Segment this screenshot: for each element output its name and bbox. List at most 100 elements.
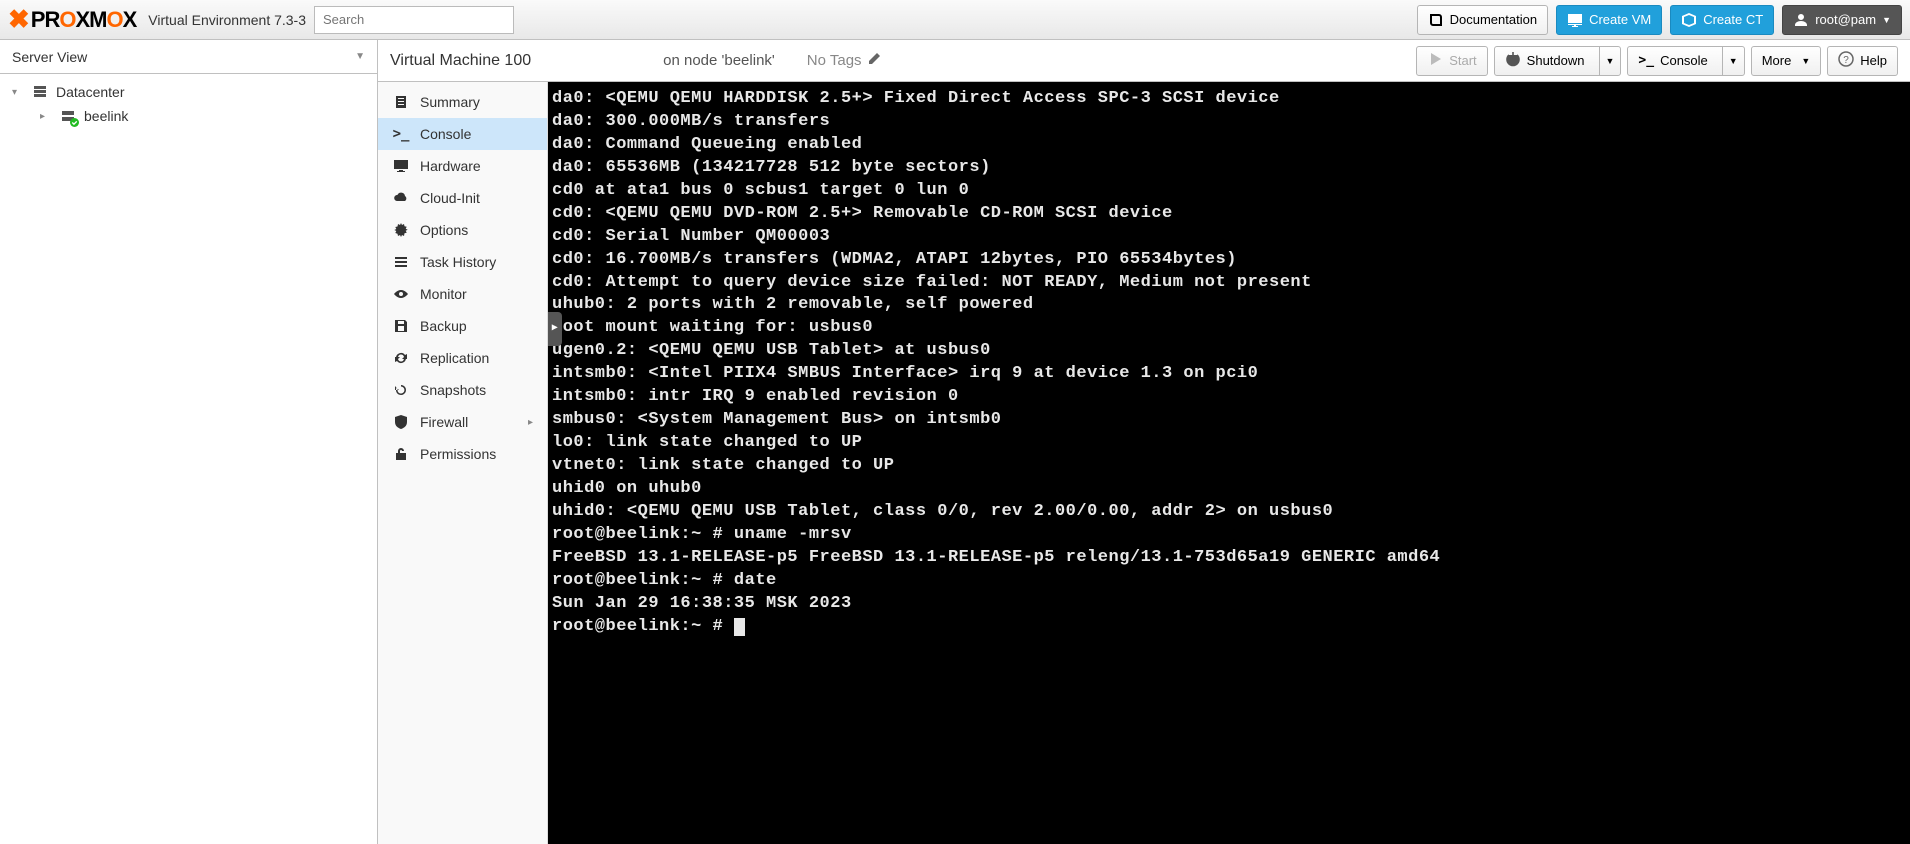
panel-expand-handle[interactable]: ▶ <box>548 312 562 346</box>
console-button[interactable]: >_ Console ▼ <box>1627 46 1744 76</box>
sidemenu-firewall[interactable]: Firewall ▸ <box>378 406 547 438</box>
more-button[interactable]: More ▼ <box>1751 46 1822 76</box>
create-ct-button[interactable]: Create CT <box>1670 5 1774 35</box>
sidemenu-label: Task History <box>420 254 496 270</box>
cube-icon <box>1681 12 1697 28</box>
shutdown-caret[interactable]: ▼ <box>1599 47 1621 75</box>
console-line: da0: Command Queueing enabled <box>552 134 1906 157</box>
console-output[interactable]: ▶ da0: <QEMU QEMU HARDDISK 2.5+> Fixed D… <box>548 82 1910 844</box>
sidemenu-label: Console <box>420 126 471 142</box>
user-icon <box>1793 12 1809 28</box>
sidemenu-hardware[interactable]: Hardware <box>378 150 547 182</box>
console-line: uhid0 on uhub0 <box>552 478 1906 501</box>
tree-item-datacenter[interactable]: ▾ Datacenter <box>0 80 377 104</box>
save-icon <box>392 318 410 334</box>
chevron-down-icon: ▼ <box>355 51 365 62</box>
console-line: uhid0: <QEMU QEMU USB Tablet, class 0/0,… <box>552 501 1906 524</box>
chevron-down-icon: ▼ <box>1801 56 1810 66</box>
sidemenu-label: Hardware <box>420 158 481 174</box>
sidemenu-label: Summary <box>420 94 480 110</box>
console-line: Sun Jan 29 16:38:35 MSK 2023 <box>552 593 1906 616</box>
vm-title: Virtual Machine 100 <box>390 52 531 70</box>
sidemenu-label: Permissions <box>420 446 496 462</box>
console-line: Root mount waiting for: usbus0 <box>552 317 1906 340</box>
console-line: da0: 65536MB (134217728 512 byte sectors… <box>552 157 1906 180</box>
console-line: da0: <QEMU QEMU HARDDISK 2.5+> Fixed Dir… <box>552 88 1906 111</box>
logo: ✖ PROXMOX <box>8 4 136 35</box>
no-tags-label: No Tags <box>807 52 862 69</box>
sidemenu-permissions[interactable]: Permissions <box>378 438 547 470</box>
console-label: Console <box>1660 53 1708 68</box>
console-line: lo0: link state changed to UP <box>552 432 1906 455</box>
sidemenu-monitor[interactable]: Monitor <box>378 278 547 310</box>
chevron-down-icon: ▼ <box>1882 15 1891 25</box>
expand-icon[interactable]: ▸ <box>40 111 52 122</box>
resource-tree: ▾ Datacenter ▸ beelink <box>0 74 377 134</box>
tree-label: beelink <box>84 108 128 124</box>
view-selector-label: Server View <box>12 49 87 65</box>
top-bar: ✖ PROXMOX Virtual Environment 7.3-3 Docu… <box>0 0 1910 40</box>
start-button[interactable]: Start <box>1416 46 1487 76</box>
help-icon: ? <box>1838 51 1854 70</box>
sidemenu-options[interactable]: Options <box>378 214 547 246</box>
user-label: root@pam <box>1815 12 1876 27</box>
console-line: cd0: Serial Number QM00003 <box>552 226 1906 249</box>
search-input[interactable] <box>314 6 514 34</box>
content-body: Summary >_ Console Hardware Cloud-Init O… <box>378 82 1910 844</box>
documentation-button[interactable]: Documentation <box>1417 5 1548 35</box>
start-label: Start <box>1449 53 1476 68</box>
sidemenu-backup[interactable]: Backup <box>378 310 547 342</box>
sidemenu-label: Options <box>420 222 468 238</box>
left-panel: Server View ▼ ▾ Datacenter ▸ beelink <box>0 40 378 844</box>
console-caret[interactable]: ▼ <box>1722 47 1744 75</box>
console-line: cd0: <QEMU QEMU DVD-ROM 2.5+> Removable … <box>552 203 1906 226</box>
cloud-icon <box>392 190 410 206</box>
monitor-icon <box>1567 12 1583 28</box>
sidemenu-label: Backup <box>420 318 467 334</box>
sidemenu-label: Replication <box>420 350 489 366</box>
console-line: FreeBSD 13.1-RELEASE-p5 FreeBSD 13.1-REL… <box>552 547 1906 570</box>
sidemenu-console[interactable]: >_ Console <box>378 118 547 150</box>
collapse-icon[interactable]: ▾ <box>12 87 24 98</box>
view-selector[interactable]: Server View ▼ <box>0 40 377 74</box>
sidemenu-replication[interactable]: Replication <box>378 342 547 374</box>
console-line: root@beelink:~ # date <box>552 570 1906 593</box>
help-button[interactable]: ? Help <box>1827 46 1898 76</box>
logo-x-icon: ✖ <box>8 4 29 35</box>
vm-node-text: on node 'beelink' <box>663 52 775 69</box>
terminal-icon: >_ <box>1638 53 1654 68</box>
book-icon <box>1428 12 1444 28</box>
help-label: Help <box>1860 53 1887 68</box>
create-vm-button[interactable]: Create VM <box>1556 5 1662 35</box>
svg-text:?: ? <box>1843 55 1849 66</box>
product-version: Virtual Environment 7.3-3 <box>148 12 306 28</box>
console-line: intsmb0: <Intel PIIX4 SMBUS Interface> i… <box>552 363 1906 386</box>
main-layout: Server View ▼ ▾ Datacenter ▸ beelink <box>0 40 1910 844</box>
sidemenu-summary[interactable]: Summary <box>378 86 547 118</box>
notes-icon <box>392 94 410 110</box>
sidemenu-cloudinit[interactable]: Cloud-Init <box>378 182 547 214</box>
console-line: cd0: Attempt to query device size failed… <box>552 272 1906 295</box>
console-line: uhub0: 2 ports with 2 removable, self po… <box>552 294 1906 317</box>
tree-label: Datacenter <box>56 84 124 100</box>
tree-item-node[interactable]: ▸ beelink <box>0 104 377 128</box>
create-ct-label: Create CT <box>1703 12 1763 27</box>
vm-sidemenu: Summary >_ Console Hardware Cloud-Init O… <box>378 82 548 844</box>
desktop-icon <box>392 158 410 174</box>
play-icon <box>1427 51 1443 70</box>
content-header: Virtual Machine 100 on node 'beelink' No… <box>378 40 1910 82</box>
sidemenu-snapshots[interactable]: Snapshots <box>378 374 547 406</box>
tags-editor[interactable]: No Tags <box>807 51 882 71</box>
shutdown-button[interactable]: Shutdown ▼ <box>1494 46 1622 76</box>
console-line: ugen0.2: <QEMU QEMU USB Tablet> at usbus… <box>552 340 1906 363</box>
power-icon <box>1505 51 1521 70</box>
console-line: intsmb0: intr IRQ 9 enabled revision 0 <box>552 386 1906 409</box>
sidemenu-taskhistory[interactable]: Task History <box>378 246 547 278</box>
gear-icon <box>392 222 410 238</box>
shield-icon <box>392 414 410 430</box>
user-menu-button[interactable]: root@pam ▼ <box>1782 5 1902 35</box>
cursor <box>734 618 745 636</box>
chevron-down-icon: ▼ <box>1606 56 1615 66</box>
sidemenu-label: Cloud-Init <box>420 190 480 206</box>
console-line: root@beelink:~ # uname -mrsv <box>552 524 1906 547</box>
